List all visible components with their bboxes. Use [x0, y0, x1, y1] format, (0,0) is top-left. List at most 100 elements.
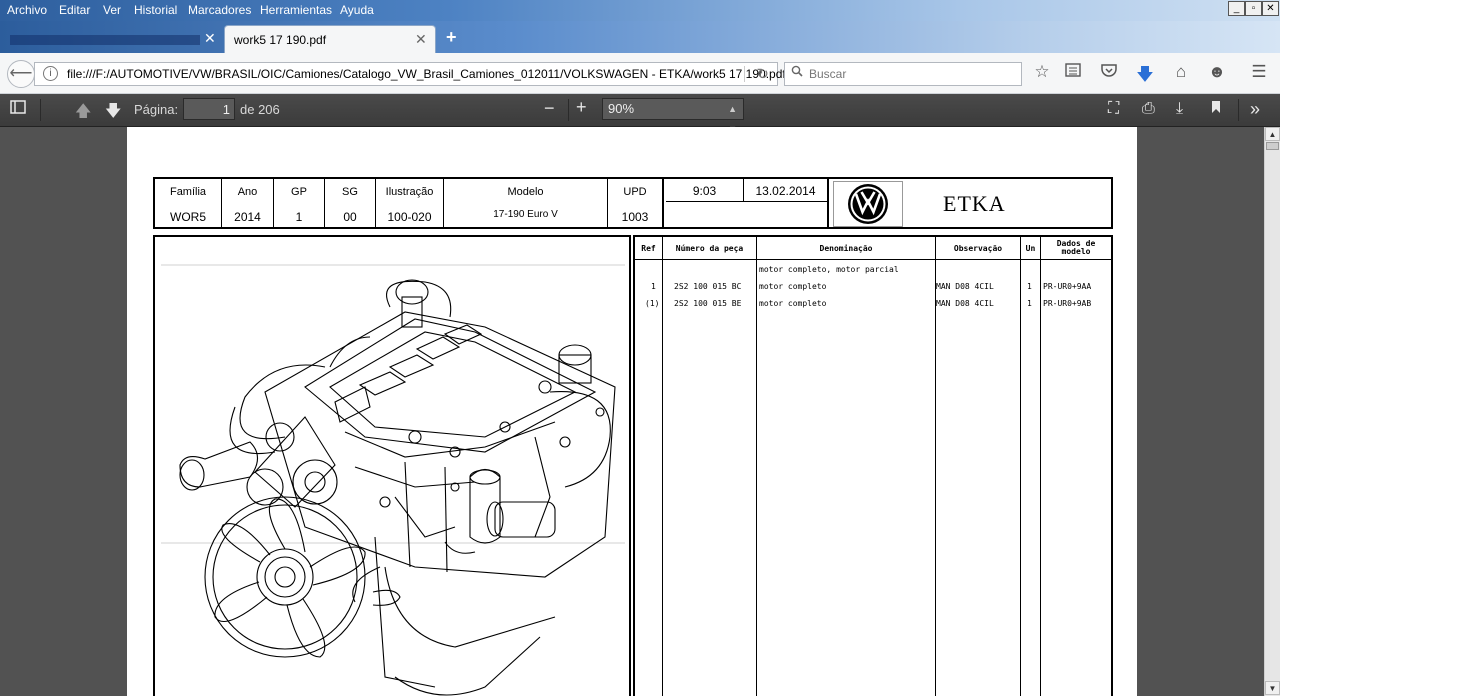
- engine-drawing: [161, 264, 625, 696]
- zoom-value: 90%: [608, 101, 635, 116]
- page-label: Página:: [134, 102, 179, 117]
- header-label: Família: [169, 186, 207, 198]
- bookmark-icon[interactable]: [1211, 100, 1221, 119]
- presentation-mode-icon[interactable]: ⛶: [1108, 100, 1119, 118]
- menu-marcadores[interactable]: Marcadores: [188, 3, 251, 17]
- back-button[interactable]: ⟵: [7, 60, 35, 88]
- parts-list: Ref Número da peça Denominação Observaçã…: [633, 235, 1113, 696]
- menu-ver[interactable]: Ver: [103, 3, 121, 17]
- vertical-scrollbar[interactable]: ▲ ▼: [1264, 127, 1280, 696]
- home-icon[interactable]: ⌂: [1171, 62, 1191, 82]
- toolbar-separator: [1238, 99, 1239, 121]
- col-header-observacao: Observação: [953, 244, 1003, 253]
- page-number-input[interactable]: [183, 98, 235, 120]
- col-header-ref: Ref: [641, 244, 656, 253]
- header-value: 2014: [234, 210, 261, 224]
- vw-logo: [833, 181, 903, 227]
- reader-list-icon[interactable]: [1063, 62, 1083, 82]
- url-text[interactable]: file:///F:/AUTOMOTIVE/VW/BRASIL/OIC/Cami…: [67, 67, 786, 81]
- col-header-dados-modelo: Dados de modelo: [1056, 239, 1096, 256]
- header-rule: [635, 259, 1111, 260]
- menu-archivo[interactable]: Archivo: [7, 3, 47, 17]
- pdf-page: Família WOR5 Ano 2014 GP 1 SG 00 Ilustra…: [127, 127, 1137, 696]
- tab-close-icon[interactable]: ✕: [204, 30, 216, 47]
- header-value: WOR5: [170, 210, 206, 224]
- tab-strip: ✕ work5 17 190.pdf ✕ +: [0, 21, 1280, 54]
- back-arrow-icon: ⟵: [9, 65, 33, 82]
- part-model-data: PR-UR0+9AA: [1043, 282, 1092, 291]
- tab-inactive[interactable]: ✕: [0, 25, 222, 53]
- header-ano: Ano 2014: [222, 179, 274, 227]
- scroll-up-icon[interactable]: ▲: [1265, 127, 1280, 141]
- header-gp: GP 1: [274, 179, 325, 227]
- header-modelo: Modelo 17-190 Euro V: [444, 179, 608, 227]
- scroll-down-icon[interactable]: ▼: [1265, 681, 1280, 695]
- scrollbar-thumb[interactable]: [1266, 142, 1279, 150]
- url-divider: [744, 66, 745, 82]
- engine-illustration: [153, 235, 631, 696]
- hamburger-menu-icon[interactable]: ☰: [1249, 62, 1269, 82]
- header-value: 00: [343, 210, 357, 224]
- header-value: 100-020: [387, 210, 432, 224]
- etka-brand-text: ETKA: [943, 191, 1006, 216]
- minimize-button[interactable]: _: [1228, 1, 1245, 16]
- col-header-numero: Número da peça: [675, 244, 744, 253]
- part-ref: (1): [645, 299, 660, 308]
- parts-section-title: motor completo, motor parcial: [759, 265, 899, 274]
- save-download-icon[interactable]: ⤓: [1176, 100, 1183, 118]
- zoom-in-icon[interactable]: +: [576, 97, 587, 118]
- close-window-button[interactable]: ✕: [1262, 1, 1279, 16]
- sidebar-toggle-icon[interactable]: [10, 100, 26, 119]
- col-header-denominacao: Denominação: [819, 244, 873, 253]
- search-box[interactable]: Buscar: [784, 62, 1022, 86]
- search-placeholder: Buscar: [809, 67, 847, 81]
- part-ref: 1: [651, 282, 656, 291]
- tab-close-icon[interactable]: ✕: [415, 31, 427, 48]
- header-label: GP: [291, 186, 307, 198]
- download-icon[interactable]: 🡇: [1135, 62, 1155, 91]
- navigation-toolbar: i file:///F:/AUTOMOTIVE/VW/BRASIL/OIC/Ca…: [0, 53, 1280, 94]
- new-tab-button[interactable]: +: [446, 27, 457, 48]
- menu-bar: Archivo Editar Ver Historial Marcadores …: [0, 0, 1280, 21]
- info-icon[interactable]: i: [43, 66, 58, 81]
- header-label: Modelo: [507, 186, 544, 198]
- menu-historial[interactable]: Historial: [134, 3, 177, 17]
- menu-ayuda[interactable]: Ayuda: [340, 3, 374, 17]
- browser-window: Archivo Editar Ver Historial Marcadores …: [0, 0, 1280, 696]
- next-page-icon[interactable]: 🡇: [105, 100, 121, 127]
- menu-editar[interactable]: Editar: [59, 3, 90, 17]
- part-unit: 1: [1027, 299, 1032, 308]
- header-familia: Família WOR5: [155, 179, 222, 227]
- header-ilustracao: Ilustração 100-020: [376, 179, 444, 227]
- tab-title: work5 17 190.pdf: [234, 33, 327, 47]
- previous-page-icon[interactable]: 🡅: [75, 100, 91, 127]
- header-time: 9:03: [692, 184, 717, 198]
- part-name: motor completo: [759, 299, 827, 308]
- column-divider: [1040, 237, 1041, 696]
- part-model-data: PR-UR0+9AB: [1043, 299, 1092, 308]
- header-date: 13.02.2014: [755, 184, 816, 198]
- tab-active[interactable]: work5 17 190.pdf ✕: [224, 25, 436, 54]
- bookmark-star-icon[interactable]: ☆: [1032, 62, 1052, 82]
- search-icon: [791, 65, 803, 80]
- header-value: 17-190 Euro V: [493, 209, 558, 220]
- column-divider: [1020, 237, 1021, 696]
- url-bar[interactable]: i file:///F:/AUTOMOTIVE/VW/BRASIL/OIC/Ca…: [34, 62, 786, 86]
- pocket-icon[interactable]: [1099, 62, 1119, 82]
- tools-chevron-icon[interactable]: »: [1250, 99, 1260, 120]
- part-number: 2S2 100 015 BE: [674, 299, 742, 308]
- chat-icon[interactable]: ☻: [1207, 62, 1227, 82]
- print-icon[interactable]: ⎙: [1142, 100, 1155, 118]
- catalog-header: Família WOR5 Ano 2014 GP 1 SG 00 Ilustra…: [153, 177, 1113, 229]
- menu-herramientas[interactable]: Herramientas: [260, 3, 332, 17]
- header-value: 1: [295, 210, 303, 224]
- maximize-button[interactable]: ▫: [1245, 1, 1262, 16]
- header-upd: UPD 1003: [608, 179, 664, 227]
- zoom-out-icon[interactable]: −: [544, 98, 555, 119]
- pdf-viewer[interactable]: Família WOR5 Ano 2014 GP 1 SG 00 Ilustra…: [0, 127, 1264, 696]
- reload-icon[interactable]: ↻: [756, 65, 769, 83]
- column-divider: [662, 237, 663, 696]
- column-divider: [756, 237, 757, 696]
- zoom-select[interactable]: 90% ▲▼: [602, 98, 744, 134]
- header-timestamp: 9:03 13.02.2014: [666, 179, 829, 227]
